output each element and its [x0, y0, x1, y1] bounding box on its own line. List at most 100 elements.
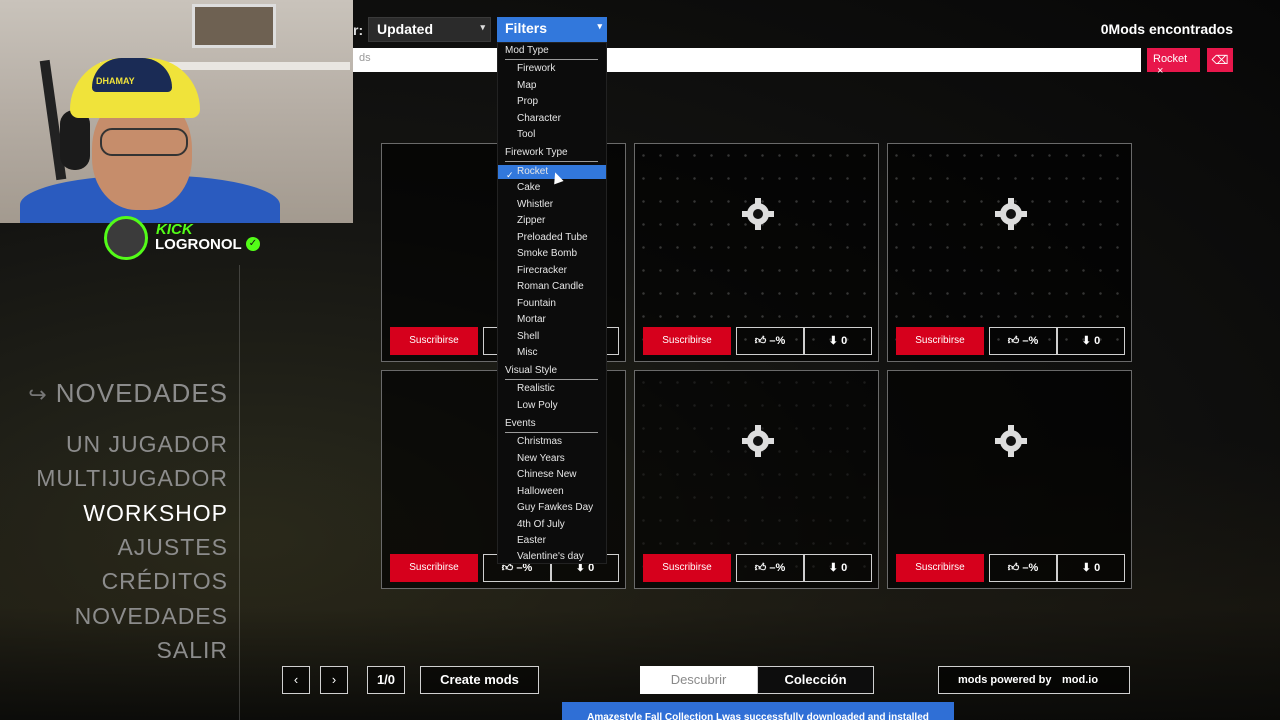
like-button[interactable]: 👍︎ –% — [736, 554, 804, 582]
filter-option[interactable]: Tool — [517, 129, 535, 140]
like-button[interactable]: 👍︎ –% — [989, 554, 1057, 582]
tab-descubrir[interactable]: Descubrir — [640, 666, 757, 694]
cap-text: DHAMAY — [96, 76, 135, 86]
gear-icon — [995, 425, 1027, 457]
filter-chip-rocket[interactable]: Rocket × — [1147, 48, 1200, 77]
photo-frame — [192, 4, 276, 48]
close-icon[interactable]: × — [1157, 65, 1163, 77]
filter-option[interactable]: Chinese New — [517, 469, 576, 480]
like-button[interactable]: 👍︎ –% — [989, 327, 1057, 355]
filter-option[interactable]: Preloaded Tube — [517, 232, 588, 243]
filter-option[interactable]: Halloween — [517, 486, 564, 497]
filter-option[interactable]: New Years — [517, 453, 565, 464]
backspace-icon: ⌫ — [1211, 53, 1229, 67]
kick-badge: KICK LOGRONOL ✓ — [104, 216, 264, 264]
like-value: –% — [769, 335, 786, 347]
like-button[interactable]: 👍︎ –% — [736, 327, 804, 355]
filter-option-selected[interactable]: Rocket — [517, 166, 548, 177]
subscribe-button[interactable]: Suscribirse — [643, 327, 731, 355]
like-value: –% — [1022, 562, 1039, 574]
filter-option[interactable]: 4th Of July — [517, 519, 565, 530]
subscribe-button[interactable]: Suscribirse — [643, 554, 731, 582]
filter-option[interactable]: Valentine's day — [517, 551, 584, 562]
gear-icon — [742, 425, 774, 457]
search-input[interactable]: ds — [353, 48, 1141, 72]
tab-coleccion[interactable]: Colección — [757, 666, 874, 694]
mod-card[interactable]: Suscribirse 👍︎ –% ⬇ 0 — [634, 143, 879, 362]
mod-card[interactable]: Suscribirse 👍︎ –% ⬇ 0 — [634, 370, 879, 589]
filter-option[interactable]: Shell — [517, 331, 539, 342]
nav-item-salir[interactable]: SALIR — [157, 637, 228, 664]
subscribe-button[interactable]: Suscribirse — [896, 554, 984, 582]
filters-dropdown-button[interactable]: Filters ▾ — [497, 17, 607, 42]
mod-card[interactable]: Suscribirse 👍︎ –% ⬇ 0 — [887, 143, 1132, 362]
sort-value: Updated — [377, 21, 433, 37]
next-page-button[interactable]: › — [320, 666, 348, 694]
powered-by-modio[interactable]: mods powered by mod.io — [938, 666, 1130, 694]
filter-option[interactable]: Misc — [517, 347, 538, 358]
subscribe-button[interactable]: Suscribirse — [390, 554, 478, 582]
caret-down-icon: ▾ — [597, 21, 602, 31]
nav-item-multijugador[interactable]: MULTIJUGADOR — [36, 465, 228, 492]
filter-option[interactable]: Map — [517, 80, 536, 91]
filter-option[interactable]: Fountain — [517, 298, 556, 309]
caret-down-icon: ▾ — [480, 22, 485, 32]
mods-found-count: 0Mods encontrados — [1100, 21, 1233, 37]
webcam-overlay: DHAMAY — [0, 0, 353, 223]
mod-card[interactable]: Suscribirse 👍︎ –% ⬇ 0 — [887, 370, 1132, 589]
prev-page-button[interactable]: ‹ — [282, 666, 310, 694]
download-count[interactable]: ⬇ 0 — [804, 327, 872, 355]
download-count[interactable]: ⬇ 0 — [1057, 554, 1125, 582]
nav-item-un-jugador[interactable]: UN JUGADOR — [66, 431, 228, 458]
section-header-mod-type: Mod Type — [505, 45, 549, 56]
filter-option[interactable]: Cake — [517, 182, 540, 193]
nav-divider — [239, 265, 240, 720]
share-icon: ↪ — [28, 382, 48, 407]
divider — [505, 432, 598, 433]
filter-option[interactable]: Firecracker — [517, 265, 567, 276]
filter-option[interactable]: Roman Candle — [517, 281, 584, 292]
filters-menu: ✓ Mod Type Firework Map Prop Character T… — [497, 42, 607, 564]
download-count[interactable]: ⬇ 0 — [804, 554, 872, 582]
filter-option[interactable]: Whistler — [517, 199, 553, 210]
thumbs-up-icon: 👍︎ — [1007, 562, 1020, 574]
download-count[interactable]: ⬇ 0 — [1057, 327, 1125, 355]
avatar — [104, 216, 148, 260]
filter-option[interactable]: Prop — [517, 96, 538, 107]
powered-label: mods powered by — [958, 674, 1052, 686]
sort-select[interactable]: Updated ▾ — [368, 17, 491, 42]
cap-front — [92, 58, 172, 92]
subscribe-button[interactable]: Suscribirse — [896, 327, 984, 355]
filter-option[interactable]: Realistic — [517, 383, 555, 394]
check-icon: ✓ — [506, 170, 514, 180]
modio-logo: mod.io — [1062, 674, 1099, 686]
filter-option[interactable]: Christmas — [517, 436, 562, 447]
filter-option[interactable]: Guy Fawkes Day — [517, 502, 593, 513]
like-value: –% — [1022, 335, 1039, 347]
nav-item-creditos[interactable]: CRÉDITOS — [102, 568, 228, 595]
divider — [505, 379, 598, 380]
filter-option[interactable]: Smoke Bomb — [517, 248, 577, 259]
nav-item-novedades[interactable]: NOVEDADES — [75, 603, 228, 630]
filter-option[interactable]: Character — [517, 113, 561, 124]
subscribe-button[interactable]: Suscribirse — [390, 327, 478, 355]
download-toast: Amazestyle Fall Collection Lwas successf… — [562, 702, 954, 720]
filter-option[interactable]: Easter — [517, 535, 546, 546]
download-value: 0 — [1094, 335, 1101, 347]
nav-title-label: NOVEDADES — [55, 378, 228, 408]
clear-filters-button[interactable]: ⌫ — [1207, 48, 1233, 72]
filter-option[interactable]: Firework — [517, 63, 555, 74]
nav-item-workshop[interactable]: WORKSHOP — [83, 500, 228, 527]
download-icon: ⬇ — [828, 562, 839, 574]
filter-option[interactable]: Mortar — [517, 314, 546, 325]
filter-option[interactable]: Zipper — [517, 215, 545, 226]
download-icon: ⬇ — [1081, 335, 1092, 347]
download-icon: ⬇ — [828, 335, 839, 347]
thumbs-up-icon: 👍︎ — [754, 562, 767, 574]
filters-label: Filters — [505, 20, 548, 36]
create-mods-button[interactable]: Create mods — [420, 666, 539, 694]
download-value: 0 — [841, 562, 848, 574]
filter-option[interactable]: Low Poly — [517, 400, 558, 411]
download-value: 0 — [841, 335, 848, 347]
nav-item-ajustes[interactable]: AJUSTES — [117, 534, 228, 561]
